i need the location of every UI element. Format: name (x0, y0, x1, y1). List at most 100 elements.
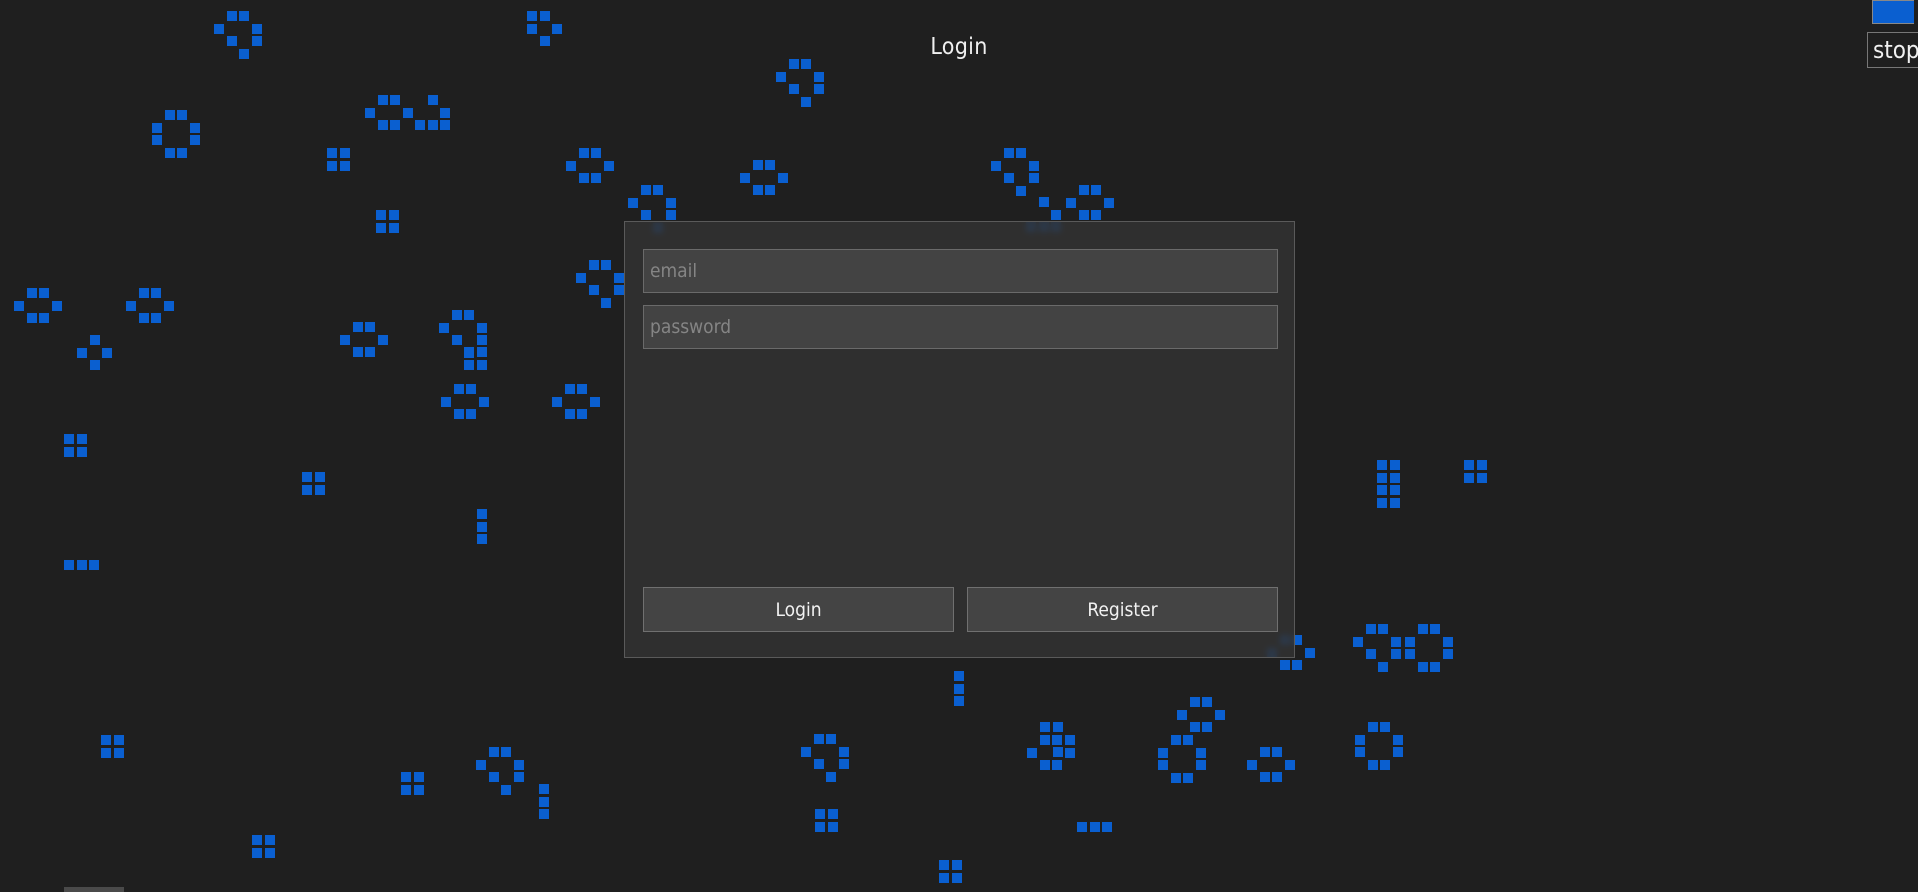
cell (1247, 759, 1257, 770)
email-field[interactable] (643, 249, 1278, 293)
cell (376, 222, 386, 233)
cell (589, 396, 600, 407)
cell (1170, 735, 1181, 745)
cell (788, 59, 799, 69)
cell (464, 347, 474, 357)
cell (1389, 485, 1400, 495)
cell (478, 396, 489, 407)
cell (1028, 173, 1039, 183)
color-picker-button[interactable] (1872, 0, 1914, 24)
cell (1077, 822, 1087, 832)
cell (451, 310, 462, 320)
cell (576, 272, 586, 283)
cell (377, 120, 388, 130)
cell (951, 872, 962, 883)
cell (1003, 173, 1014, 183)
cell (838, 746, 849, 757)
cell (603, 160, 614, 171)
cell (413, 772, 424, 782)
cell (813, 759, 824, 769)
page-title: Login (930, 34, 988, 60)
cell (991, 160, 1001, 171)
cell (1272, 772, 1282, 782)
cell (252, 835, 262, 845)
cell (1430, 661, 1440, 672)
cell (1390, 636, 1401, 647)
cell (1177, 709, 1187, 720)
cell (64, 446, 74, 457)
cell (1365, 624, 1376, 634)
cell (1052, 722, 1063, 732)
cell (1091, 210, 1101, 220)
cell (1214, 709, 1225, 720)
cell (1170, 772, 1181, 783)
horizontal-scrollbar-thumb[interactable] (64, 887, 124, 892)
cell (365, 347, 375, 357)
cell (226, 11, 237, 21)
cell (801, 59, 811, 69)
cell (1353, 636, 1363, 647)
cell (138, 288, 149, 298)
cell (477, 534, 487, 544)
cell (665, 210, 676, 220)
cell (476, 347, 487, 357)
cell (1078, 210, 1089, 220)
login-dialog: Login Register (624, 221, 1295, 658)
cell (826, 771, 836, 782)
cell (390, 120, 400, 130)
cell (552, 396, 562, 407)
cell (1367, 722, 1378, 732)
cell (1442, 636, 1453, 647)
cell (613, 272, 624, 283)
cell (564, 409, 575, 419)
cell (640, 185, 651, 195)
cell (578, 173, 589, 183)
cell (14, 300, 24, 311)
cell (177, 110, 187, 120)
cell (1064, 747, 1075, 758)
cell (1442, 649, 1453, 659)
cell (113, 735, 124, 745)
cell (1158, 747, 1168, 758)
cell (591, 148, 601, 158)
password-field[interactable] (643, 305, 1278, 349)
login-button[interactable]: Login (643, 587, 954, 632)
cell (1430, 624, 1440, 634)
cell (1417, 624, 1428, 634)
cell (1091, 185, 1101, 195)
cell (539, 809, 549, 819)
cell (453, 409, 464, 419)
cell (51, 300, 62, 311)
cell (466, 384, 476, 394)
cell (1040, 722, 1050, 732)
cell (402, 107, 413, 118)
cell (1389, 472, 1400, 483)
cell (1016, 185, 1026, 196)
cell (1272, 747, 1282, 757)
cell (1078, 185, 1089, 195)
cell (476, 322, 487, 333)
register-button[interactable]: Register (967, 587, 1278, 632)
cell (1380, 759, 1390, 770)
cell (740, 172, 750, 183)
cell (578, 148, 589, 158)
stop-button[interactable]: stop (1867, 32, 1918, 68)
cell (189, 135, 200, 145)
cell (939, 872, 949, 883)
cell (427, 95, 438, 105)
cell (101, 735, 111, 745)
cell (1202, 697, 1212, 707)
cell (1052, 760, 1062, 770)
cell (1183, 772, 1193, 783)
cell (1039, 760, 1050, 770)
cell (1183, 735, 1193, 745)
cell (151, 288, 161, 298)
cell (1377, 497, 1387, 508)
cell (126, 300, 136, 311)
cell (513, 772, 524, 782)
cell (1405, 636, 1415, 647)
cell (1417, 661, 1428, 672)
cell (89, 560, 99, 570)
cell (1377, 485, 1387, 495)
cell (577, 409, 587, 419)
